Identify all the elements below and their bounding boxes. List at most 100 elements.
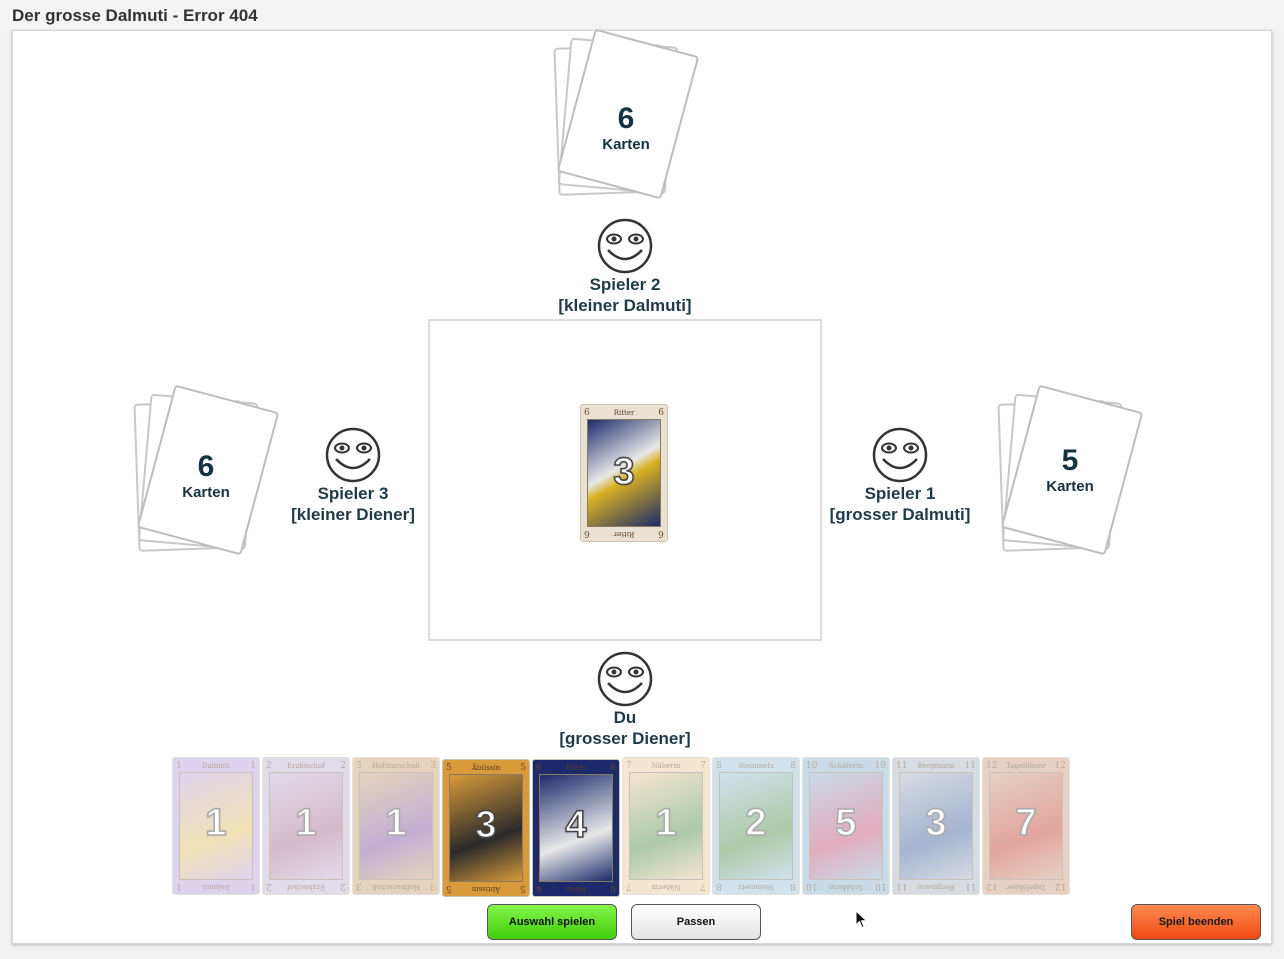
pass-button[interactable]: Passen <box>631 904 761 940</box>
card-title: Steinmetz <box>738 883 774 891</box>
hand-card[interactable]: 12 12 12 12 Tagelöhner Tagelöhner 7 <box>982 757 1070 895</box>
hand-card[interactable]: 1 1 1 1 Dalmuti Dalmuti 1 <box>172 757 260 895</box>
card-rank: 5 <box>520 763 526 773</box>
player-2: Spieler 2 [kleiner Dalmuti] <box>525 218 725 316</box>
card-rank: 6 <box>584 528 590 538</box>
card-title: Ritter <box>613 530 635 538</box>
card-count: 5 <box>835 801 858 845</box>
card-title: Hofmarschall <box>372 883 420 891</box>
card-title: Näherin <box>651 883 681 891</box>
hand-card[interactable]: 5 5 5 5 Äbtissin Äbtissin 3 <box>442 759 530 897</box>
card-stack-top: 6 Karten <box>548 28 708 202</box>
card-rank: 12 <box>1054 881 1066 891</box>
card-count: 1 <box>655 801 678 845</box>
player-3: Spieler 3 [kleiner Diener] <box>253 427 453 525</box>
player-role: [grosser Diener] <box>559 729 691 748</box>
player-name: Spieler 2 <box>589 275 661 294</box>
card-title: Schäferin <box>828 762 864 770</box>
card-count: 7 <box>1015 801 1038 845</box>
card-rank: 3 <box>356 761 362 771</box>
card-rank: 8 <box>790 881 796 891</box>
card-rank: 1 <box>176 881 182 891</box>
card-rank: 1 <box>176 761 182 771</box>
player-name: Du <box>613 708 637 727</box>
card-title: Tagelöhner <box>1006 762 1046 770</box>
card-title: Erzbischof <box>287 883 325 891</box>
window-title: Der grosse Dalmuti - Error 404 <box>12 6 258 25</box>
card-rank: 5 <box>520 883 526 893</box>
card-title: Äbtissin <box>471 764 501 772</box>
card-count: 6 <box>617 102 635 135</box>
card-count: 1 <box>205 801 228 845</box>
card-rank: 10 <box>806 761 818 771</box>
card-title: Näherin <box>651 762 681 770</box>
card-title: Erzbischof <box>287 762 325 770</box>
card-rank: 6 <box>658 528 664 538</box>
player-role: [grosser Dalmuti] <box>829 505 971 524</box>
card-rank: 10 <box>806 881 818 891</box>
card-title: Steinmetz <box>738 762 774 770</box>
card-title: Äbtissin <box>471 885 501 893</box>
card-title: Dalmuti <box>201 883 231 891</box>
end-game-button[interactable]: Spiel beenden <box>1131 904 1261 940</box>
hand-card[interactable]: 2 2 2 2 Erzbischof Erzbischof 1 <box>262 757 350 895</box>
card-rank: 10 <box>874 881 886 891</box>
smiley-face-icon <box>325 427 381 483</box>
card-title: Dalmuti <box>201 762 231 770</box>
card-count: 3 <box>925 801 948 845</box>
player-role: [kleiner Diener] <box>291 505 415 524</box>
card-title: Tagelöhner <box>1006 883 1046 891</box>
card-rank: 6 <box>658 408 664 418</box>
smiley-face-icon <box>597 651 653 707</box>
card-rank: 2 <box>266 761 272 771</box>
card-title: Hofmarschall <box>372 762 420 770</box>
card-rank: 6 <box>536 763 542 773</box>
card-rank: 12 <box>986 881 998 891</box>
card-title: Bergmann <box>917 762 955 770</box>
hand-card[interactable]: 10 10 10 10 Schäferin Schäferin 5 <box>802 757 890 895</box>
card-rank: 2 <box>266 881 272 891</box>
card-rank: 3 <box>430 761 436 771</box>
card-rank: 1 <box>250 881 256 891</box>
hand-card[interactable]: 3 3 3 3 Hofmarschall Hofmarschall 1 <box>352 757 440 895</box>
card-title: Ritter <box>565 885 587 893</box>
hand-card[interactable]: 6 6 6 6 Ritter Ritter 4 <box>532 759 620 897</box>
play-selection-button[interactable]: Auswahl spielen <box>487 904 617 940</box>
card-count: 5 <box>1061 444 1079 477</box>
played-card: 6 6 6 6 Ritter Ritter 3 <box>580 404 668 542</box>
card-title: Schäferin <box>828 883 864 891</box>
hand-card[interactable]: 7 7 7 7 Näherin Näherin 1 <box>622 757 710 895</box>
card-rank: 6 <box>536 883 542 893</box>
card-rank: 11 <box>896 761 908 771</box>
card-rank: 7 <box>626 881 632 891</box>
card-rank: 2 <box>340 881 346 891</box>
card-count-label: Karten <box>1046 478 1094 495</box>
smiley-face-icon <box>872 427 928 483</box>
card-rank: 1 <box>250 761 256 771</box>
player-1: Spieler 1 [grosser Dalmuti] <box>800 427 1000 525</box>
card-rank: 2 <box>340 761 346 771</box>
smiley-face-icon <box>597 218 653 274</box>
card-rank: 10 <box>874 761 886 771</box>
card-rank: 7 <box>700 881 706 891</box>
title-bar: Der grosse Dalmuti - Error 404 <box>0 0 1284 30</box>
hand-card[interactable]: 8 8 8 8 Steinmetz Steinmetz 2 <box>712 757 800 895</box>
mouse-cursor-icon <box>855 910 868 929</box>
card-rank: 12 <box>986 761 998 771</box>
player-name: Spieler 3 <box>317 484 389 503</box>
card-title: Ritter <box>613 409 635 417</box>
card-rank: 6 <box>584 408 590 418</box>
card-rank: 11 <box>896 881 908 891</box>
card-count: 4 <box>565 803 588 847</box>
player-name: Spieler 1 <box>864 484 936 503</box>
card-rank: 6 <box>610 763 616 773</box>
card-rank: 7 <box>700 761 706 771</box>
card-rank: 12 <box>1054 761 1066 771</box>
card-rank: 6 <box>610 883 616 893</box>
player-self: Du [grosser Diener] <box>525 651 725 749</box>
card-rank: 11 <box>964 761 976 771</box>
card-rank: 3 <box>430 881 436 891</box>
card-rank: 3 <box>356 881 362 891</box>
hand-card[interactable]: 11 11 11 11 Bergmann Bergmann 3 <box>892 757 980 895</box>
card-stack-right: 5 Karten <box>992 384 1152 558</box>
